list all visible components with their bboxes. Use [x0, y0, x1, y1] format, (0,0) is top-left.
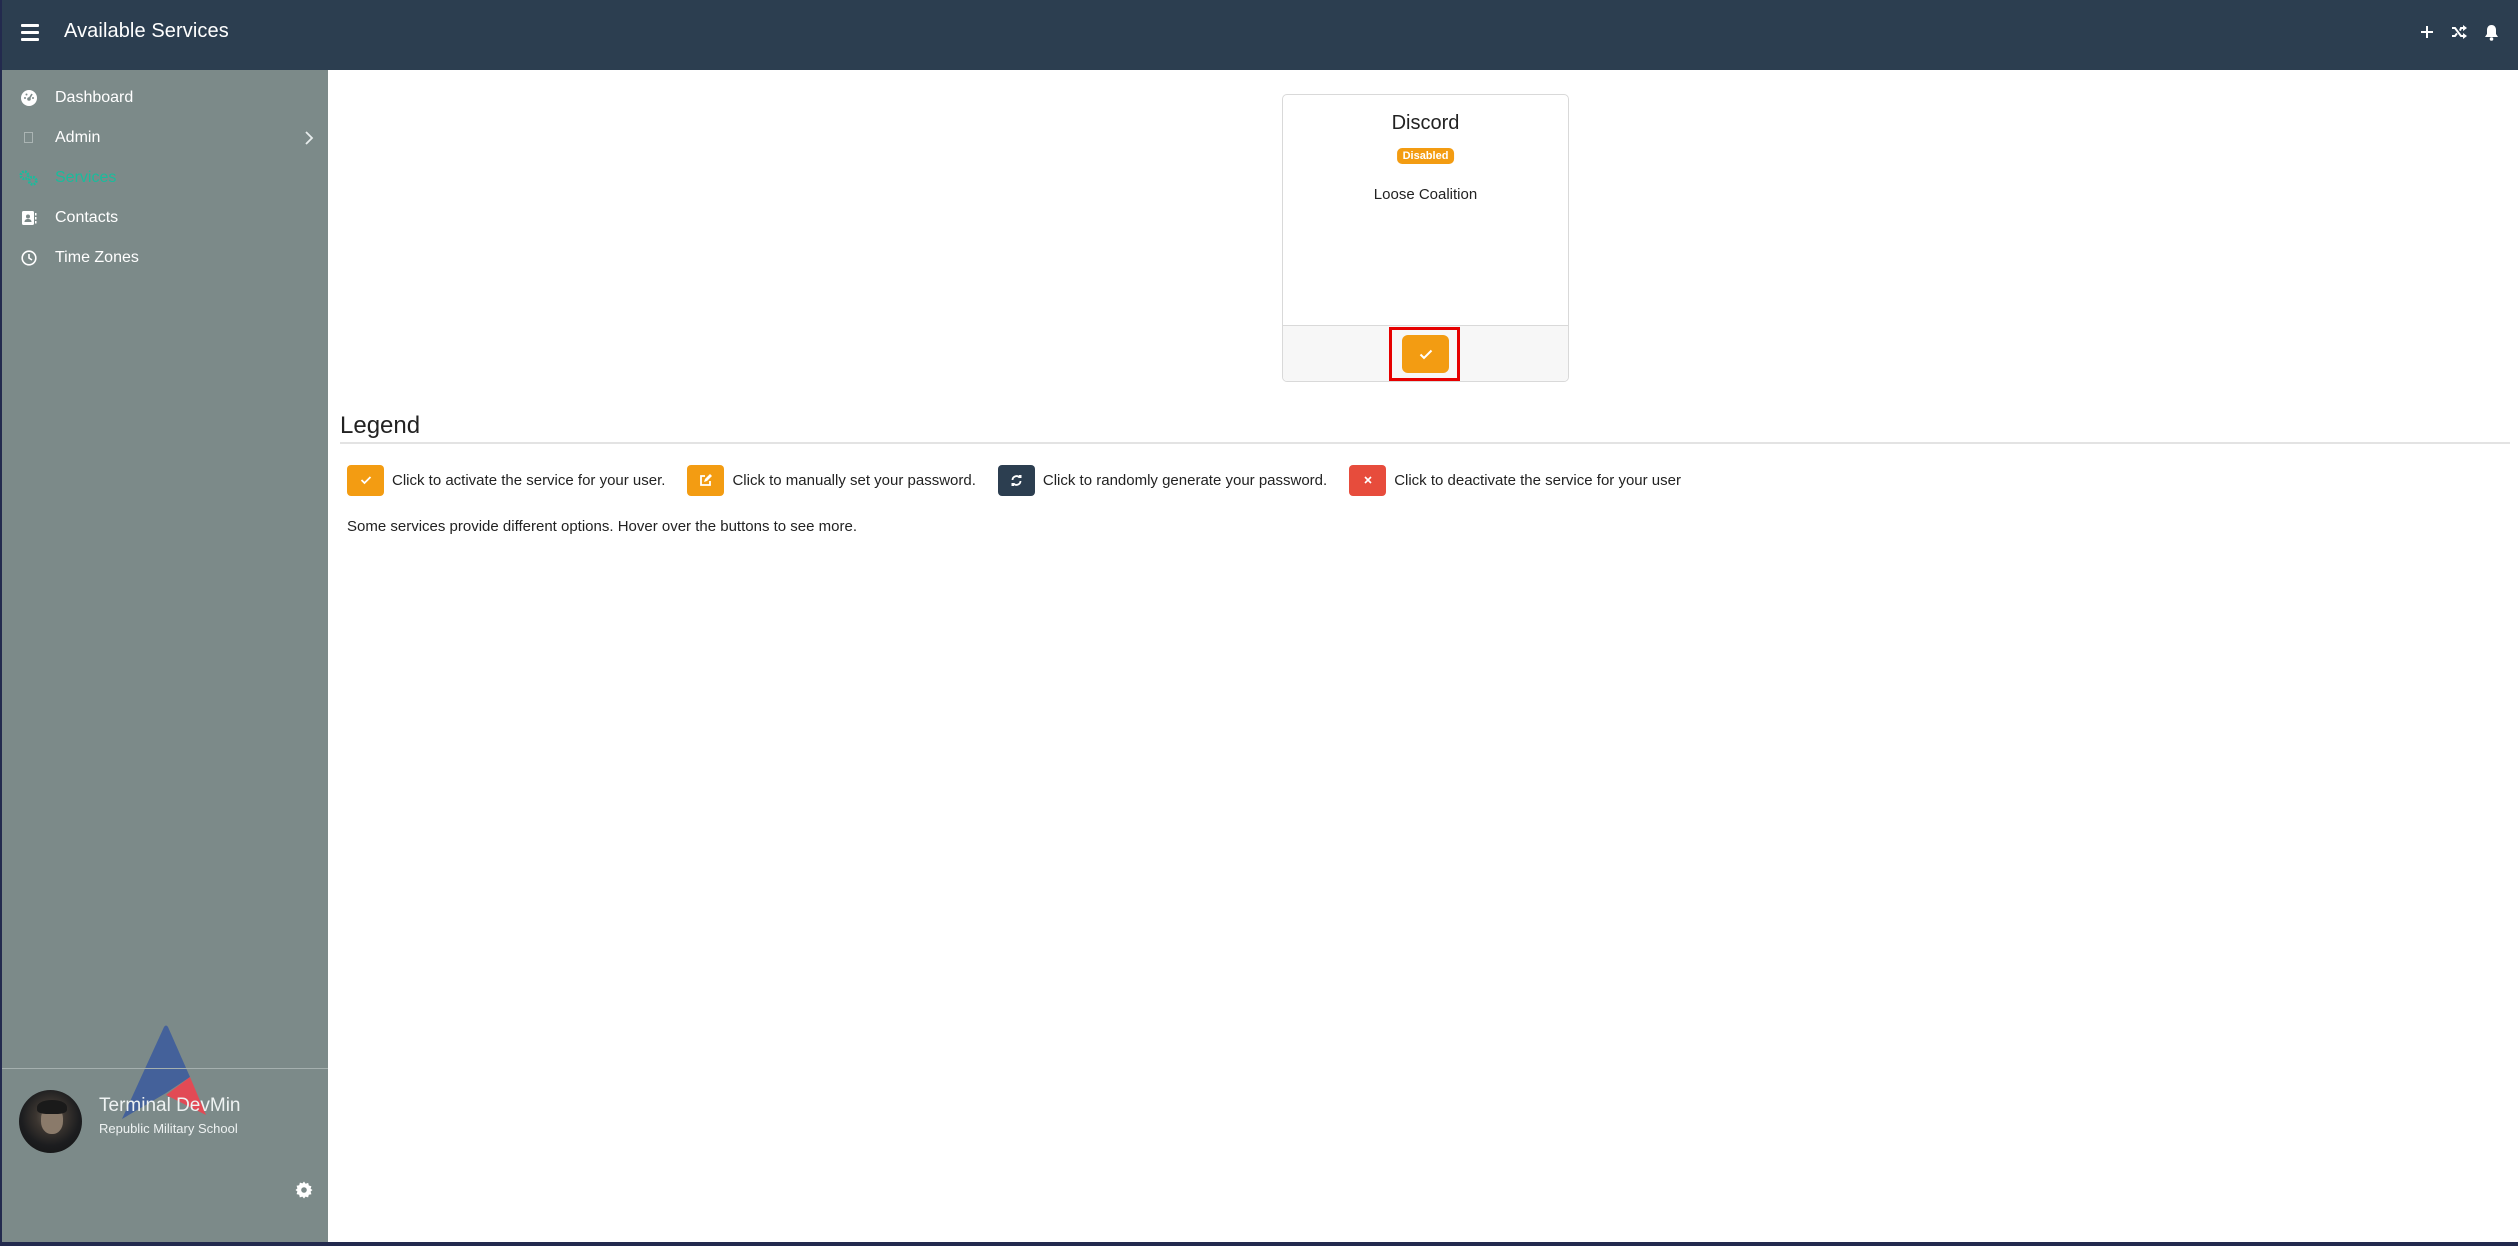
legend-list: Click to activate the service for your u… [347, 464, 1703, 496]
sidebar-item-label: Contacts [55, 209, 119, 226]
legend-heading: Legend [340, 412, 421, 439]
legend-divider [340, 442, 2510, 444]
dashboard-gauge-icon [19, 88, 39, 108]
sidebar-divider [2, 1068, 328, 1069]
service-card: Discord Disabled Loose Coalition [1282, 94, 1569, 382]
user-name: Terminal DevMin [99, 1095, 241, 1116]
user-organization: Republic Military School [99, 1121, 238, 1136]
avatar[interactable] [19, 1090, 82, 1153]
legend-item-text: Click to activate the service for your u… [392, 471, 666, 489]
legend-item-text: Click to deactivate the service for your… [1394, 471, 1681, 489]
admin-placeholder-icon [19, 128, 39, 148]
sidebar-item-label: Time Zones [55, 249, 139, 266]
legend-note: Some services provide different options.… [347, 518, 857, 535]
hamburger-menu-icon[interactable] [21, 24, 39, 41]
edit-icon [687, 464, 725, 496]
page-title: Available Services [64, 20, 229, 42]
cogs-icon [19, 168, 39, 188]
close-icon [1349, 464, 1387, 496]
sidebar-item-dashboard[interactable]: Dashboard [2, 78, 328, 118]
sidebar-item-services[interactable]: Services [2, 158, 328, 198]
check-icon [1419, 349, 1432, 359]
legend-item-text: Click to randomly generate your password… [1042, 471, 1328, 489]
sidebar-item-contacts[interactable]: Contacts [2, 198, 328, 238]
sidebar-item-time-zones[interactable]: Time Zones [2, 238, 328, 278]
sidebar-item-label: Dashboard [55, 89, 134, 106]
gear-icon[interactable] [295, 1181, 313, 1199]
service-name: Discord [1391, 112, 1460, 134]
bell-icon[interactable] [2482, 22, 2500, 42]
service-group: Loose Coalition [1373, 186, 1478, 203]
sidebar-item-admin[interactable]: Admin [2, 118, 328, 158]
refresh-icon [997, 464, 1035, 496]
address-book-icon [19, 208, 39, 228]
sidebar-item-label: Admin [55, 129, 101, 146]
check-icon [347, 464, 384, 496]
card-footer [1283, 325, 1568, 381]
top-actions [2418, 22, 2500, 42]
top-bar: Available Services [2, 0, 2518, 70]
chevron-right-icon [304, 130, 316, 146]
status-badge: Disabled [1396, 148, 1455, 164]
sidebar: Dashboard Admin Services Contacts Time Z… [2, 70, 328, 1242]
legend-item-text: Click to manually set your password. [732, 471, 976, 489]
sidebar-item-label: Services [55, 169, 117, 186]
clock-icon [19, 248, 39, 268]
activate-service-button[interactable] [1402, 335, 1449, 373]
plus-icon[interactable] [2418, 22, 2436, 42]
shuffle-icon[interactable] [2450, 22, 2468, 42]
